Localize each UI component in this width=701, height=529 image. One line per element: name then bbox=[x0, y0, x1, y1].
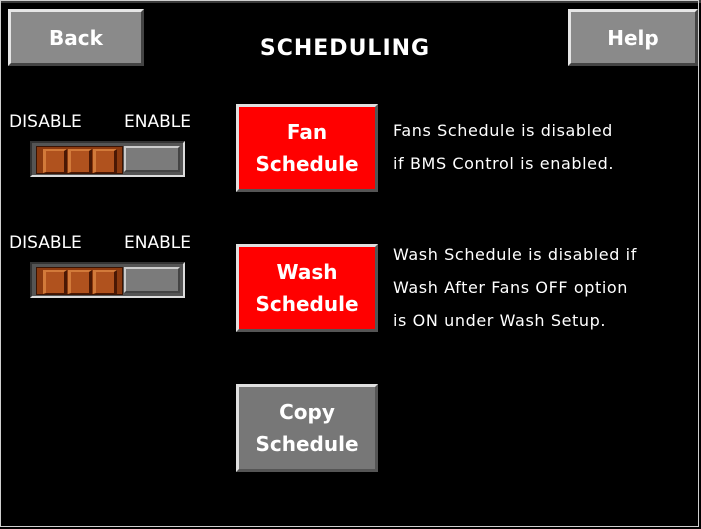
help-button[interactable]: Help bbox=[568, 9, 698, 66]
wash-schedule-button[interactable]: Wash Schedule bbox=[236, 244, 378, 332]
knob-rib bbox=[93, 149, 117, 173]
copy-schedule-button-line2: Schedule bbox=[255, 432, 359, 456]
info-line: if BMS Control is enabled. bbox=[393, 154, 615, 173]
toggle-knob[interactable] bbox=[36, 267, 123, 295]
info-line: Wash After Fans OFF option bbox=[393, 278, 629, 297]
info-line: Wash Schedule is disabled if bbox=[393, 245, 637, 264]
fan-schedule-button-line1: Fan bbox=[286, 120, 328, 144]
back-button[interactable]: Back bbox=[8, 9, 144, 66]
wash-schedule-toggle[interactable] bbox=[30, 262, 185, 298]
fan-schedule-info: Fans Schedule is disabled if BMS Control… bbox=[393, 114, 614, 180]
knob-rib bbox=[68, 270, 92, 294]
toggle-knob[interactable] bbox=[36, 146, 123, 174]
wash-schedule-button-line1: Wash bbox=[276, 260, 338, 284]
info-line: is ON under Wash Setup. bbox=[393, 311, 607, 330]
knob-rib bbox=[43, 270, 67, 294]
fan-enable-label: ENABLE bbox=[124, 112, 191, 132]
copy-schedule-button[interactable]: Copy Schedule bbox=[236, 384, 378, 472]
wash-disable-label: DISABLE bbox=[9, 233, 82, 253]
knob-rib bbox=[43, 149, 67, 173]
copy-schedule-button-line1: Copy bbox=[279, 400, 335, 424]
fan-schedule-toggle[interactable] bbox=[30, 141, 185, 177]
fan-disable-label: DISABLE bbox=[9, 112, 82, 132]
knob-rib bbox=[93, 270, 117, 294]
knob-rib bbox=[68, 149, 92, 173]
fan-schedule-button[interactable]: Fan Schedule bbox=[236, 104, 378, 192]
wash-schedule-info: Wash Schedule is disabled if Wash After … bbox=[393, 238, 637, 337]
wash-enable-label: ENABLE bbox=[124, 233, 191, 253]
wash-schedule-button-line2: Schedule bbox=[255, 292, 359, 316]
page-title: SCHEDULING bbox=[259, 36, 431, 61]
toggle-track bbox=[124, 146, 180, 172]
fan-schedule-button-line2: Schedule bbox=[255, 152, 359, 176]
toggle-track bbox=[124, 267, 180, 293]
info-line: Fans Schedule is disabled bbox=[393, 121, 613, 140]
